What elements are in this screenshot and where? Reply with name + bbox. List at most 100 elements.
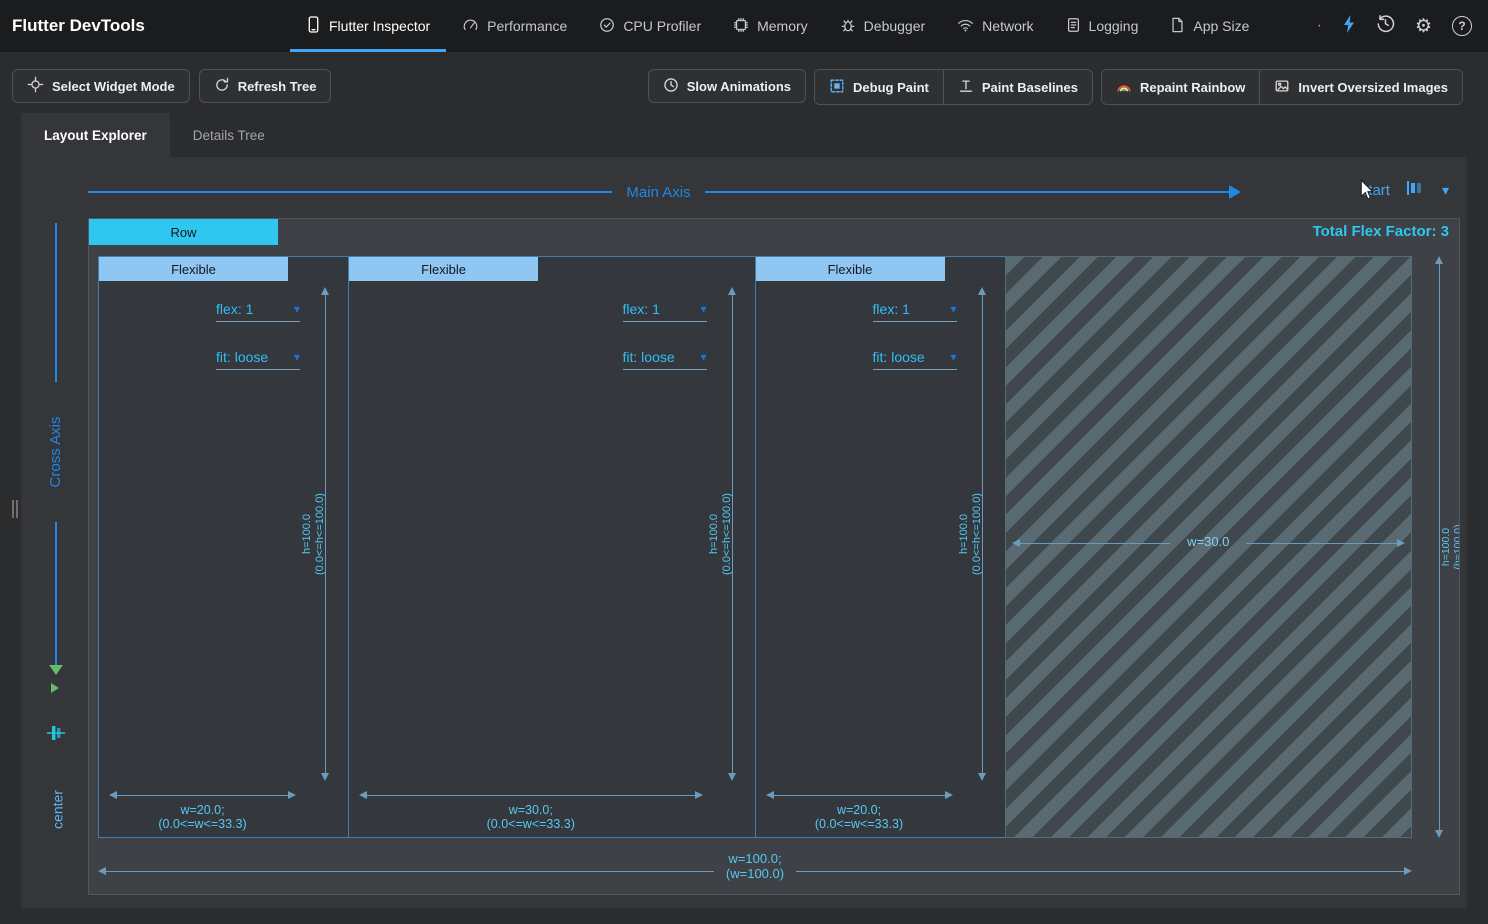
app-size-icon xyxy=(1170,17,1185,36)
inspector-toolbar-right: Slow Animations Debug Paint Paint Baseli… xyxy=(648,69,1463,105)
fit-value: fit: loose xyxy=(216,349,268,365)
chevron-down-icon[interactable]: ▾ xyxy=(1442,182,1449,199)
chevron-down-icon: ▾ xyxy=(294,351,300,363)
flexible-widget-tab[interactable]: Flexible xyxy=(99,257,288,281)
main-axis-alignment-icon xyxy=(1406,179,1426,202)
tab-label: Memory xyxy=(757,18,808,34)
tab-label: Network xyxy=(982,18,1033,34)
main-axis-label: Main Axis xyxy=(626,184,690,201)
cpu-profiler-icon xyxy=(599,17,615,36)
fit-dropdown[interactable]: fit: loose ▾ xyxy=(216,349,300,370)
row-height-label: h=100.0 (h=100.0) xyxy=(1440,297,1460,797)
layout-explorer-panel: Main Axis start ▾ Cross Axis center Row … xyxy=(21,157,1467,908)
flexible-widget-2[interactable]: Flexible flex: 1 ▾ fit: loose ▾ h=100.0 … xyxy=(348,256,755,838)
tab-label: Performance xyxy=(487,18,567,34)
help-icon[interactable]: ? xyxy=(1452,16,1472,36)
tab-layout-explorer[interactable]: Layout Explorer xyxy=(21,113,170,157)
overflow-dot: · xyxy=(1317,17,1322,35)
repaint-rainbow-icon xyxy=(1116,78,1132,97)
tab-performance[interactable]: Performance xyxy=(446,0,583,52)
free-space-width-arrow: w=30.0 xyxy=(1012,538,1405,549)
inspector-toolbar-left: Select Widget Mode Refresh Tree xyxy=(12,69,331,103)
debug-paint-icon xyxy=(829,78,845,97)
tab-label: Flutter Inspector xyxy=(329,18,430,34)
debug-paint-button[interactable]: Debug Paint xyxy=(815,70,943,104)
header-actions: · ⚙ ? xyxy=(1317,14,1488,39)
cross-axis-label: Cross Axis xyxy=(47,382,65,522)
fit-value: fit: loose xyxy=(623,349,675,365)
flex-dropdown[interactable]: flex: 1 ▾ xyxy=(873,301,957,322)
height-label: h=100.0 (0.0<=h<=100.0) xyxy=(301,284,327,784)
free-space-width-label: w=30.0 xyxy=(1187,534,1229,549)
chevron-down-icon: ▾ xyxy=(294,303,300,315)
width-label: w=20.0; (0.0<=w<=33.3) xyxy=(109,803,296,831)
flexible-widget-tab[interactable]: Flexible xyxy=(349,257,538,281)
tab-label: Debugger xyxy=(864,18,926,34)
inspector-subtabs: Layout Explorer Details Tree xyxy=(21,113,288,157)
paint-button-group: Debug Paint Paint Baselines xyxy=(814,69,1093,105)
repaint-rainbow-button[interactable]: Repaint Rainbow xyxy=(1102,70,1259,104)
logging-icon xyxy=(1066,17,1081,36)
tab-network[interactable]: Network xyxy=(941,0,1049,52)
fit-dropdown[interactable]: fit: loose ▾ xyxy=(623,349,707,370)
flexible-widget-3[interactable]: Flexible flex: 1 ▾ fit: loose ▾ h=100.0 … xyxy=(755,256,1006,838)
chevron-down-icon: ▾ xyxy=(951,303,957,315)
cross-axis-alignment-value[interactable]: center xyxy=(50,770,67,850)
network-icon xyxy=(957,18,974,35)
panel-resize-handle[interactable] xyxy=(12,500,20,518)
history-icon[interactable] xyxy=(1376,14,1395,38)
flexible-widget-tab[interactable]: Flexible xyxy=(756,257,945,281)
flex-dropdown[interactable]: flex: 1 ▾ xyxy=(216,301,300,322)
flex-dropdown[interactable]: flex: 1 ▾ xyxy=(623,301,707,322)
paint-baselines-button[interactable]: Paint Baselines xyxy=(943,70,1092,104)
flexible-widget-1[interactable]: Flexible flex: 1 ▾ fit: loose ▾ h=100.0 … xyxy=(98,256,349,838)
invert-oversized-images-button[interactable]: Invert Oversized Images xyxy=(1259,70,1462,104)
cross-axis-direction-icon xyxy=(51,683,59,693)
width-label: w=20.0; (0.0<=w<=33.3) xyxy=(766,803,953,831)
tab-label: Logging xyxy=(1089,18,1139,34)
button-label: Select Widget Mode xyxy=(52,79,175,94)
row-widget-tab[interactable]: Row xyxy=(89,219,278,245)
row-free-space: w=30.0 xyxy=(1005,256,1412,838)
button-label: Refresh Tree xyxy=(238,79,317,94)
tab-details-tree[interactable]: Details Tree xyxy=(170,113,288,157)
paint-baselines-icon xyxy=(958,78,974,97)
cross-axis-alignment-icon[interactable] xyxy=(45,722,67,749)
main-axis-arrow: Main Axis xyxy=(88,184,1241,200)
fit-dropdown[interactable]: fit: loose ▾ xyxy=(873,349,957,370)
main-axis-arrowhead xyxy=(1229,185,1241,199)
height-label: h=100.0 (0.0<=h<=100.0) xyxy=(958,284,984,784)
tab-label: CPU Profiler xyxy=(623,18,701,34)
main-nav: Flutter Inspector Performance CPU Profil… xyxy=(290,0,1265,52)
tab-logging[interactable]: Logging xyxy=(1050,0,1155,52)
total-flex-factor: Total Flex Factor: 3 xyxy=(1313,223,1449,240)
tab-app-size[interactable]: App Size xyxy=(1154,0,1265,52)
clock-icon xyxy=(663,77,679,96)
performance-icon xyxy=(462,17,479,35)
tab-cpu-profiler[interactable]: CPU Profiler xyxy=(583,0,717,52)
fit-value: fit: loose xyxy=(873,349,925,365)
button-label: Invert Oversized Images xyxy=(1298,80,1448,95)
tab-memory[interactable]: Memory xyxy=(717,0,824,52)
debugger-icon xyxy=(840,17,856,36)
select-widget-mode-button[interactable]: Select Widget Mode xyxy=(12,69,190,103)
row-width-label: w=100.0; (w=100.0) xyxy=(714,850,796,882)
refresh-tree-button[interactable]: Refresh Tree xyxy=(199,69,332,103)
chevron-down-icon: ▾ xyxy=(700,303,706,315)
slow-animations-button[interactable]: Slow Animations xyxy=(648,69,806,103)
button-label: Repaint Rainbow xyxy=(1140,80,1245,95)
chevron-down-icon: ▾ xyxy=(951,351,957,363)
memory-icon xyxy=(733,17,749,36)
hot-reload-bolt-icon[interactable] xyxy=(1342,14,1356,39)
image-icon xyxy=(1274,78,1290,97)
width-arrow xyxy=(766,790,953,801)
tab-flutter-inspector[interactable]: Flutter Inspector xyxy=(290,0,446,52)
device-icon xyxy=(306,16,321,36)
button-label: Debug Paint xyxy=(853,80,929,95)
flex-value: flex: 1 xyxy=(873,301,910,317)
cross-axis-arrowhead xyxy=(49,665,63,675)
tab-debugger[interactable]: Debugger xyxy=(824,0,942,52)
settings-gear-icon[interactable]: ⚙ xyxy=(1415,17,1432,36)
tab-label: App Size xyxy=(1193,18,1249,34)
flex-value: flex: 1 xyxy=(623,301,660,317)
